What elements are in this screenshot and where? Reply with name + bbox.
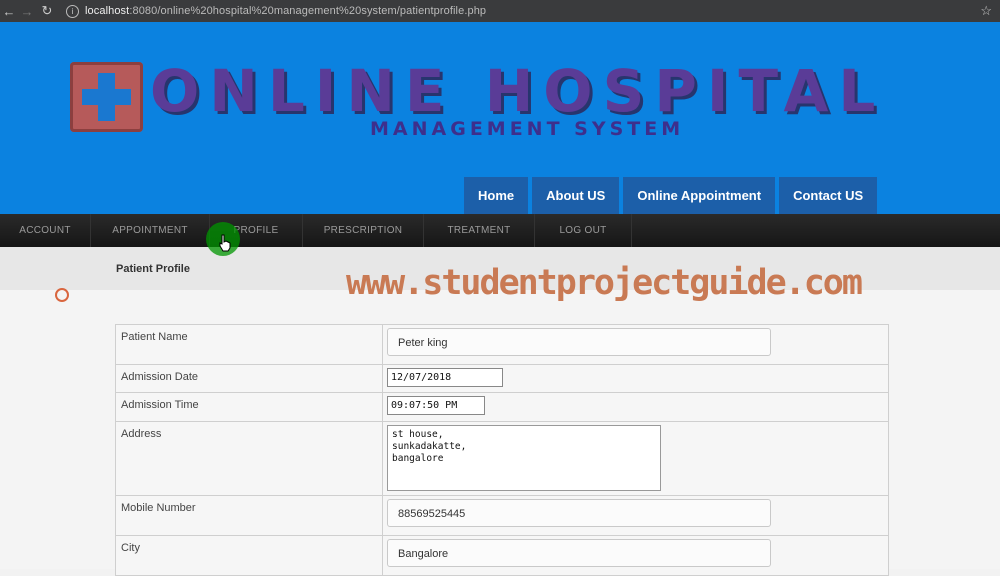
top-navigation: Home About US Online Appointment Contact… [464, 177, 881, 214]
hand-cursor-icon [219, 234, 231, 252]
address-textarea[interactable]: st house, sunkadakatte, bangalore [387, 425, 661, 491]
forward-icon[interactable]: → [18, 4, 36, 19]
browser-toolbar: ← → ↻ i localhost:8080/online%20hospital… [0, 0, 1000, 22]
reload-icon[interactable]: ↻ [38, 3, 56, 19]
mobile-number-field[interactable]: 88569525445 [387, 499, 771, 527]
nav-about-us[interactable]: About US [532, 177, 620, 214]
table-row: Mobile Number 88569525445 [115, 495, 889, 536]
menu-account[interactable]: ACCOUNT [0, 214, 91, 247]
table-row: City Bangalore [115, 535, 889, 576]
nav-contact-us[interactable]: Contact US [779, 177, 878, 214]
table-row: Admission Time 09:07:50 PM [115, 392, 889, 422]
menu-appointment[interactable]: APPOINTMENT [91, 214, 210, 247]
admission-date-label: Admission Date [115, 364, 383, 393]
table-row: Patient Name Peter king [115, 324, 889, 365]
bookmark-star-icon[interactable]: ☆ [980, 3, 992, 19]
site-subtitle: MANAGEMENT SYSTEM [370, 118, 685, 140]
city-label: City [115, 535, 383, 576]
hospital-cross-logo [70, 62, 143, 132]
city-field[interactable]: Bangalore [387, 539, 771, 567]
page-title: Patient Profile [116, 263, 190, 275]
address-label: Address [115, 421, 383, 496]
patient-name-field[interactable]: Peter king [387, 328, 771, 356]
account-menu: ACCOUNT APPOINTMENT PROFILE PRESCRIPTION… [0, 214, 1000, 247]
table-row: Admission Date 12/07/2018 [115, 364, 889, 393]
nav-online-appointment[interactable]: Online Appointment [623, 177, 776, 214]
address-bar[interactable]: localhost:8080/online%20hospital%20manag… [85, 5, 486, 17]
watermark-text: www.studentprojectguide.com [346, 263, 863, 303]
nav-home[interactable]: Home [464, 177, 529, 214]
back-icon[interactable]: ← [0, 4, 18, 19]
admission-time-label: Admission Time [115, 392, 383, 422]
menu-logout[interactable]: LOG OUT [535, 214, 632, 247]
admission-time-field[interactable]: 09:07:50 PM [387, 396, 485, 415]
table-row: Address st house, sunkadakatte, bangalor… [115, 421, 889, 496]
patient-profile-form: Patient Name Peter king Admission Date 1… [115, 324, 889, 576]
site-title: ONLINE HOSPITAL [150, 57, 886, 125]
mobile-number-label: Mobile Number [115, 495, 383, 536]
menu-treatment[interactable]: TREATMENT [424, 214, 535, 247]
circle-icon [55, 288, 69, 302]
admission-date-field[interactable]: 12/07/2018 [387, 368, 503, 387]
patient-name-label: Patient Name [115, 324, 383, 365]
info-icon[interactable]: i [66, 4, 79, 18]
menu-prescription[interactable]: PRESCRIPTION [303, 214, 424, 247]
